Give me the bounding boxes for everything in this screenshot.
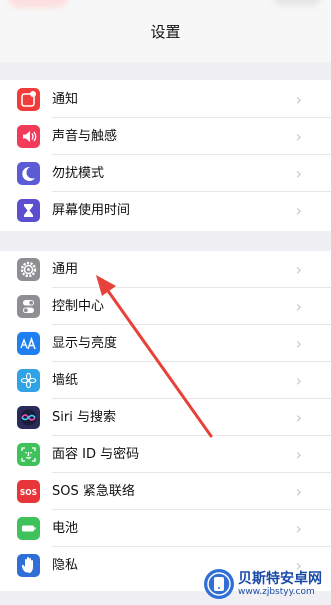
watermark: 贝斯特安卓网 www.zjbstyy.com: [202, 565, 331, 605]
annotation-arrow: [96, 275, 213, 438]
watermark-url: www.zjbstyy.com: [238, 587, 315, 597]
watermark-logo-icon: [204, 569, 234, 599]
watermark-title: 贝斯特安卓网: [238, 571, 322, 587]
